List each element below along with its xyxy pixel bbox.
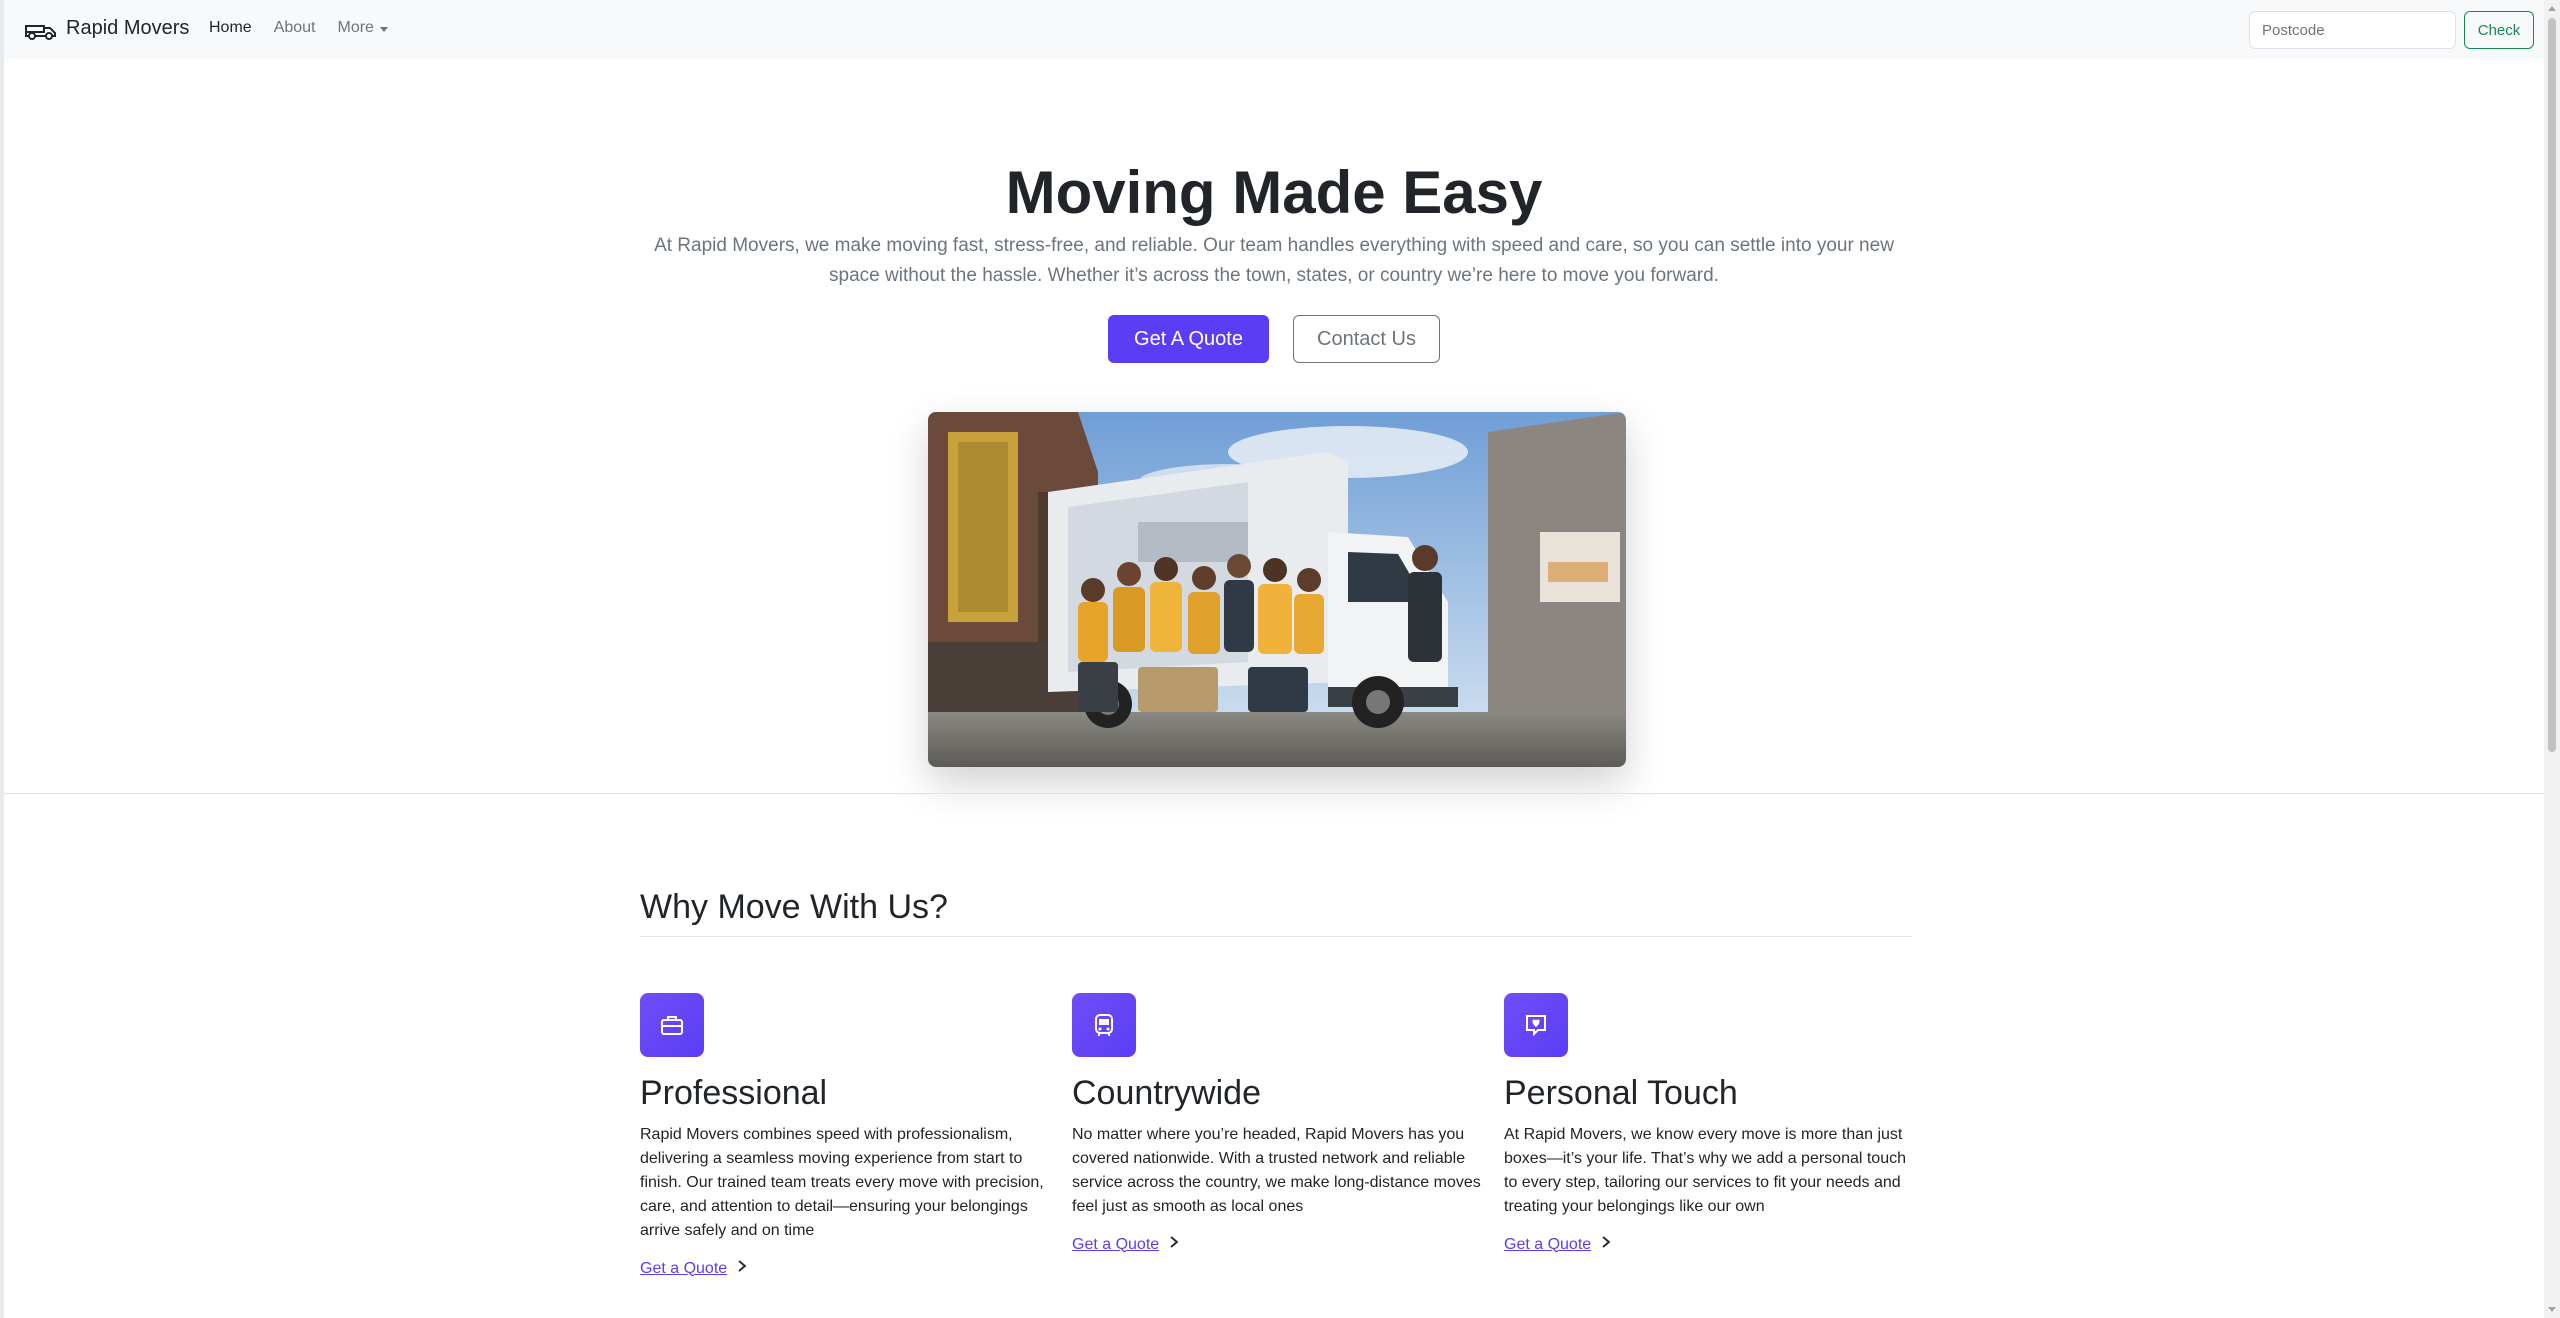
feature-quote-link[interactable]: Get a Quote: [1504, 1235, 1611, 1254]
feature-title: Professional: [640, 1074, 828, 1112]
feature-personal-touch: Personal Touch At Rapid Movers, we know …: [1504, 993, 1914, 1254]
nav-more-label: More: [337, 19, 374, 36]
get-quote-button[interactable]: Get A Quote: [1108, 315, 1269, 363]
feature-quote-link[interactable]: Get a Quote: [640, 1259, 747, 1278]
nav-link-about[interactable]: About: [274, 19, 316, 37]
navbar: Rapid Movers Home About More Check: [4, 0, 2544, 59]
page: Rapid Movers Home About More Check Movin…: [0, 0, 2544, 1318]
scroll-thumb[interactable]: [2548, 18, 2556, 752]
heart-message-icon: [1504, 993, 1568, 1057]
feature-link-label: Get a Quote: [640, 1259, 728, 1277]
feature-text: No matter where you’re headed, Rapid Mov…: [1072, 1126, 1481, 1215]
hero-description: At Rapid Movers, we make moving fast, st…: [654, 235, 1894, 286]
nav-dropdown-more[interactable]: More: [338, 19, 388, 37]
feature-text: At Rapid Movers, we know every move is m…: [1504, 1126, 1906, 1215]
feature-title: Countrywide: [1072, 1074, 1261, 1112]
chevron-right-icon: [737, 1259, 747, 1278]
features-title: Why Move With Us?: [640, 888, 948, 926]
nav-link-home[interactable]: Home: [209, 19, 252, 37]
feature-quote-link[interactable]: Get a Quote: [1072, 1235, 1179, 1254]
hero-image-movers-truck: [928, 412, 1626, 767]
feature-text: Rapid Movers combines speed with profess…: [640, 1126, 1044, 1239]
feature-title: Personal Touch: [1504, 1074, 1738, 1112]
contact-us-button[interactable]: Contact Us: [1293, 315, 1440, 363]
chevron-right-icon: [1601, 1235, 1611, 1254]
feature-professional: Professional Rapid Movers combines speed…: [640, 993, 1050, 1278]
feature-countrywide: Countrywide No matter where you’re heade…: [1072, 993, 1482, 1254]
scrollbar[interactable]: [2544, 0, 2560, 1318]
scroll-up-icon[interactable]: [2548, 6, 2556, 11]
section-divider: [4, 793, 2544, 794]
caret-down-icon: [379, 26, 388, 32]
hero-title: Moving Made Easy: [1005, 159, 1543, 226]
brand[interactable]: Rapid Movers: [24, 17, 189, 40]
scroll-down-icon[interactable]: [2548, 1307, 2556, 1312]
truck-icon: [24, 18, 58, 40]
nav-links: Home About More: [209, 19, 388, 37]
feature-link-label: Get a Quote: [1504, 1235, 1592, 1253]
brand-name: Rapid Movers: [66, 17, 190, 39]
chevron-right-icon: [1169, 1235, 1179, 1254]
features-rule: [640, 936, 1912, 937]
feature-link-label: Get a Quote: [1072, 1235, 1160, 1253]
postcode-input[interactable]: [2249, 11, 2456, 49]
briefcase-icon: [640, 993, 704, 1057]
check-button[interactable]: Check: [2464, 11, 2534, 49]
bus-icon: [1072, 993, 1136, 1057]
hero-actions: Get A Quote Contact Us: [4, 315, 2544, 363]
